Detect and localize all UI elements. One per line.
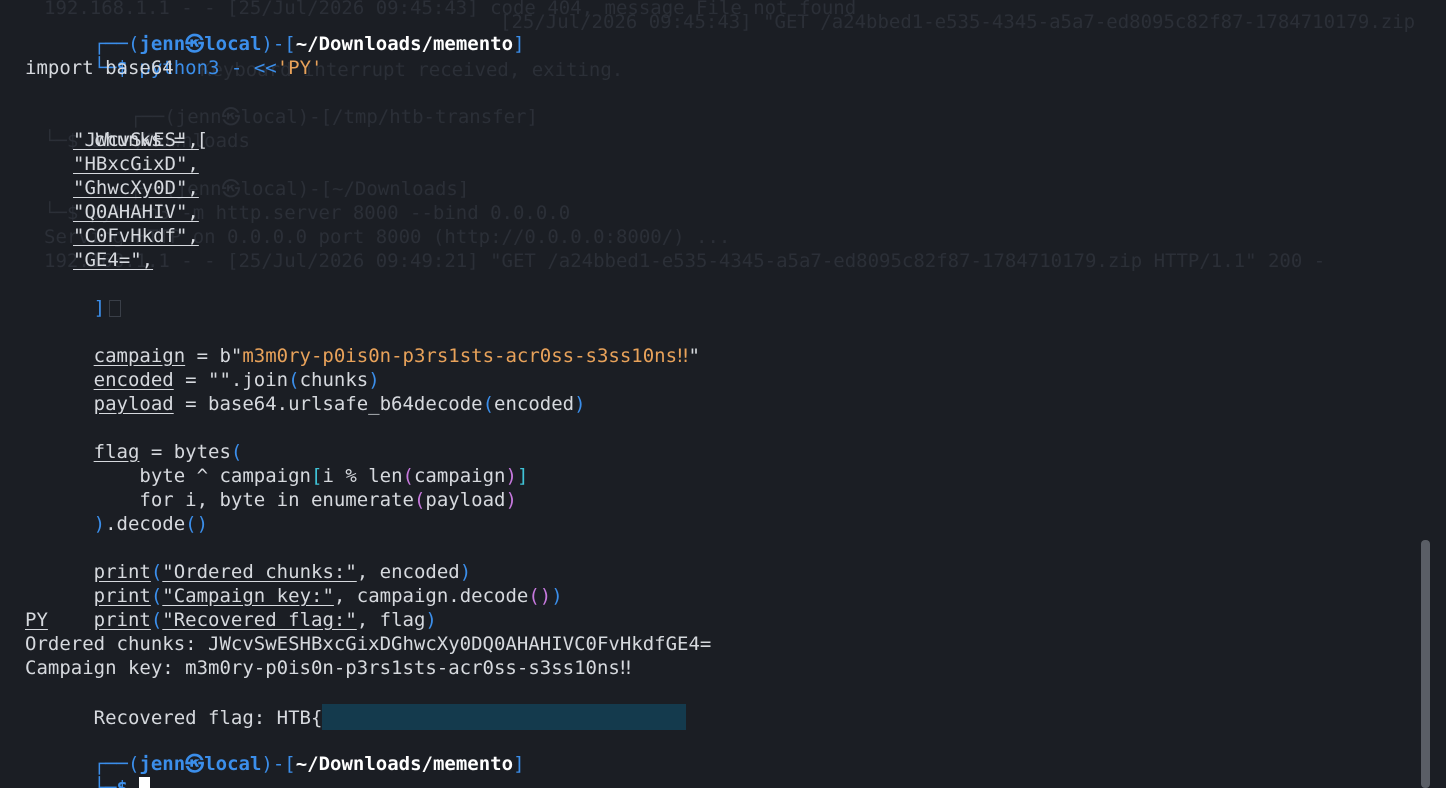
code-fragment: payload	[425, 489, 506, 511]
ghost-line: [25/Jul/2026 09:45:43] "GET /a24bbed1-e5…	[500, 11, 1446, 33]
chunk-item: "GE4=",	[73, 249, 154, 271]
code-fragment: encoded	[494, 393, 575, 415]
prompt-line-top: ┌──(jenn㉿local)-[~/Downloads/memento]	[25, 728, 525, 775]
code-line: payload = base64.urlsafe_b64decode(encod…	[93, 393, 586, 415]
output-recovered-flag: Recovered flag: HTB{	[25, 680, 687, 730]
prompt-dollar: $	[116, 777, 128, 788]
ghost-line: 192.168.1.1 - - [25/Jul/2026 09:49:21] "…	[44, 250, 1326, 272]
output-ordered-chunks: Ordered chunks: JWcvSwESHBxcGixDGhwcXy0D…	[25, 633, 712, 655]
chunk-item: "Q0AHAHIV",	[73, 201, 199, 223]
command-line: └─$ python3 - <<'PY'	[25, 32, 323, 79]
heredoc-end: PY	[25, 609, 48, 631]
code-line: encoded = "".join(chunks)	[93, 369, 380, 391]
code-fragment: "	[688, 345, 700, 367]
prompt-path: ~/Downloads/memento	[295, 753, 514, 775]
code-line: chunks = [	[25, 104, 208, 151]
close-bracket: ]	[93, 297, 106, 319]
prompt-bracket: ]	[513, 33, 525, 55]
prompt-separator: )-[	[261, 753, 296, 775]
code-string: "Recovered flag:"	[162, 609, 357, 631]
code-line: byte ^ campaign[i % len(campaign)]	[93, 465, 529, 487]
chunk-item: "C0FvHkdf",	[73, 225, 199, 247]
code-fragment: , flag	[356, 609, 426, 631]
code-line: flag = bytes(	[93, 441, 243, 463]
heredoc-marker: 'PY'	[276, 57, 323, 79]
prompt-path: ~/Downloads/memento	[295, 33, 514, 55]
code-line: for i, byte in enumerate(payload)	[93, 489, 517, 511]
prompt-host: local	[204, 753, 262, 775]
flag-prefix: Recovered flag: HTB{	[93, 707, 323, 729]
skull-icon: ㉿	[185, 753, 205, 775]
code-fragment: = base64.urlsafe_b64decode	[173, 393, 483, 415]
redacted-flag	[322, 704, 687, 730]
var-payload: payload	[93, 393, 174, 415]
chunk-item: "HBxcGixD",	[73, 153, 199, 175]
text-cursor[interactable]	[139, 777, 151, 788]
output-campaign-key: Campaign key: m3m0ry-p0is0n-p3rs1sts-acr…	[25, 657, 632, 679]
code-line: campaign = b"m3m0ry-p0is0n-p3rs1sts-acr0…	[25, 320, 700, 367]
scrollbar-thumb[interactable]	[1421, 540, 1430, 788]
print-call: print	[93, 609, 151, 631]
code-line: import base64	[25, 57, 174, 79]
prompt-corner: └─	[93, 777, 117, 788]
chunk-item: "JWcvSwES",	[73, 129, 199, 151]
code-fragment: .decode	[105, 513, 186, 535]
code-line: ).decode()	[93, 513, 209, 535]
code-line: print("Campaign key:", campaign.decode()…	[93, 585, 563, 607]
prompt-line-top: ┌──(jenn㉿local)-[~/Downloads/memento]	[25, 8, 525, 55]
chunk-item: "GhwcXy0D",	[73, 177, 199, 199]
input-line[interactable]: └─$	[25, 752, 151, 788]
code-line: print("Recovered flag:", flag)	[93, 609, 437, 631]
bracket-match-icon	[109, 300, 122, 317]
terminal-window[interactable]: 192.168.1.1 - - [25/Jul/2026 09:45:43] c…	[0, 0, 1446, 788]
code-line: ]	[25, 272, 122, 319]
prompt-bracket: ]	[513, 753, 525, 775]
code-line: print("Ordered chunks:", encoded)	[93, 561, 472, 583]
